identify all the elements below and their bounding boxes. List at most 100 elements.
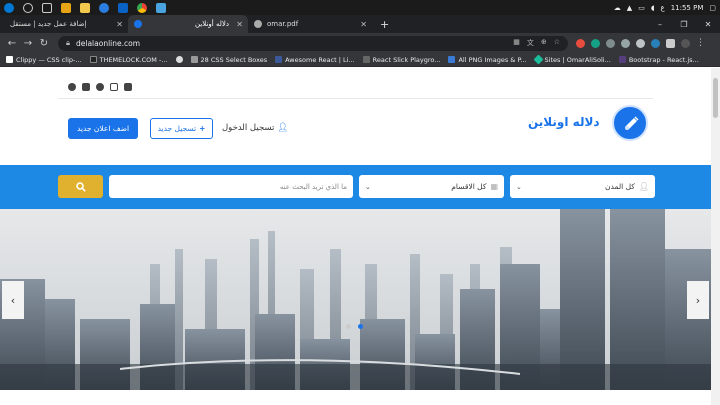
facebook-icon[interactable] [68, 83, 76, 91]
register-button[interactable]: تسجيل جديد + [150, 118, 213, 139]
tab-label: إضافة عمل جديد | مستقل [10, 20, 87, 28]
start-icon[interactable] [4, 2, 14, 13]
twitter-icon[interactable] [82, 83, 90, 91]
slider-next-button[interactable]: › [687, 281, 709, 319]
tab-delala[interactable]: دلاله أونلاين ✕ [128, 15, 248, 33]
scrollbar-thumb[interactable] [713, 78, 718, 118]
extension-icon[interactable] [621, 38, 630, 48]
category-select[interactable]: ⌄ كل الاقسام ▦ [359, 175, 504, 198]
login-link[interactable]: تسجيل الدخول 👤︎ [222, 123, 288, 133]
back-icon[interactable]: ← [4, 38, 20, 49]
menu-icon[interactable]: ⋮ [696, 38, 705, 48]
pdf-favicon-icon [254, 20, 262, 28]
vscode-icon[interactable] [118, 2, 128, 13]
close-icon[interactable]: ✕ [116, 20, 123, 29]
restore-icon[interactable]: ❐ [672, 20, 696, 29]
site-brand[interactable]: دلاله اونلاين [528, 115, 600, 129]
task-view-icon[interactable] [42, 2, 52, 13]
close-icon[interactable]: ✕ [360, 20, 367, 29]
bookmark-label: Awesome React | Li... [285, 55, 355, 64]
search-input[interactable]: ما الذي تريد البحث عنه [109, 175, 353, 198]
extension-icon[interactable] [651, 38, 660, 48]
bookmark-label: Clippy — CSS clip-... [16, 55, 82, 64]
bookmark-item[interactable]: Clippy — CSS clip-... [6, 56, 82, 64]
close-icon[interactable]: ✕ [236, 20, 243, 29]
instagram-icon[interactable] [110, 83, 118, 91]
minimize-icon[interactable]: – [648, 20, 672, 29]
extension-icon[interactable] [591, 38, 600, 48]
bookmark-item[interactable]: THEMELOCK.COM -... [89, 55, 168, 64]
tab-mostaql[interactable]: إضافة عمل جديد | مستقل ✕ [0, 15, 128, 33]
slider-dot-active[interactable] [358, 324, 363, 329]
login-label: تسجيل الدخول [222, 123, 275, 133]
bookmark-label: THEMELOCK.COM -... [99, 55, 168, 64]
post-ad-button[interactable]: اضف اعلان جديد [68, 118, 138, 139]
bookmark-item[interactable]: React Slick Playgro... [362, 55, 441, 64]
app-icon[interactable] [156, 2, 166, 13]
slider-prev-button[interactable]: ‹ [2, 281, 24, 319]
linkedin-icon[interactable] [124, 83, 132, 91]
tab-label: دلاله أونلاين [195, 20, 229, 28]
site-logo[interactable] [612, 105, 648, 141]
close-window-icon[interactable]: ✕ [696, 20, 720, 29]
edge-icon[interactable] [99, 2, 109, 13]
web-page: اضف اعلان جديد تسجيل جديد + تسجيل الدخول… [0, 68, 711, 405]
reload-icon[interactable]: ↻ [36, 38, 52, 49]
bookmark-label: All PNG Images & P... [458, 55, 527, 64]
profile-avatar[interactable] [681, 38, 690, 48]
search-button[interactable] [58, 175, 103, 198]
forward-icon[interactable]: → [20, 38, 36, 49]
page-scrollbar[interactable] [711, 68, 720, 405]
notification-icon[interactable]: ▢ [709, 4, 716, 12]
bookmark-favicon-icon [6, 56, 13, 63]
network-icon[interactable]: ▲ [627, 4, 632, 12]
search-icon[interactable] [23, 2, 33, 13]
snapchat-icon[interactable] [96, 83, 104, 91]
extension-icon[interactable] [576, 38, 585, 48]
city-value: كل المدن [605, 182, 635, 191]
city-select[interactable]: ⌄ كل المدن 👤︎ [510, 175, 655, 198]
chevron-right-icon: › [695, 293, 701, 307]
volume-icon[interactable]: ◖ [651, 4, 655, 12]
search-band: ما الذي تريد البحث عنه ⌄ كل الاقسام ▦ ⌄ … [0, 165, 711, 209]
zoom-icon[interactable]: ⊕ [541, 38, 547, 48]
translate-icon[interactable]: 文 [527, 38, 534, 48]
extensions-puzzle-icon[interactable] [666, 38, 675, 48]
slider-dot[interactable] [346, 324, 351, 329]
bookmark-item[interactable]: All PNG Images & P... [448, 55, 527, 64]
bookmark-favicon-icon [448, 56, 456, 63]
url-input[interactable]: 🔒︎ delalaonline.com ▦ 文 ⊕ ☆ [58, 35, 568, 51]
register-label: تسجيل جديد [157, 124, 197, 133]
cloud-icon[interactable]: ☁ [614, 4, 621, 12]
window-controls: – ❐ ✕ [648, 15, 720, 33]
clock[interactable]: 11:55 PM [671, 4, 704, 12]
bookmark-label: React Slick Playgro... [372, 55, 441, 64]
bookmark-favicon-icon [275, 56, 283, 63]
battery-icon[interactable]: ▭ [638, 4, 645, 12]
qr-icon[interactable]: ▦ [513, 38, 520, 48]
new-tab-button[interactable]: + [372, 15, 397, 33]
city-skyline-image [0, 209, 711, 390]
url-text: delalaonline.com [76, 38, 141, 48]
tab-pdf[interactable]: omar.pdf ✕ [248, 15, 372, 33]
extension-icon[interactable] [606, 38, 615, 48]
lock-icon[interactable]: 🔒︎ [66, 38, 70, 48]
hero-slider[interactable]: ‹ › [0, 209, 711, 390]
bookmark-item[interactable]: Bootstrap - React.js... [618, 56, 699, 64]
bookmark-item[interactable] [175, 56, 183, 63]
chrome-icon[interactable] [137, 2, 147, 13]
bookmark-star-icon[interactable]: ☆ [554, 38, 560, 48]
extension-icon[interactable] [636, 38, 645, 48]
store-icon[interactable] [80, 2, 90, 13]
file-explorer-icon[interactable] [61, 2, 71, 13]
language-indicator[interactable]: ع [661, 4, 665, 12]
user-icon: 👤︎ [638, 182, 649, 191]
tab-label: omar.pdf [267, 20, 299, 28]
bookmark-favicon-icon [175, 56, 183, 63]
bookmark-item[interactable]: Sites | OmarAliSoli... [533, 54, 611, 65]
grid-icon: ▦ [490, 182, 498, 191]
bookmark-item[interactable]: 28 CSS Select Boxes [190, 56, 267, 64]
bookmark-favicon-icon [618, 56, 626, 63]
bookmark-item[interactable]: Awesome React | Li... [275, 56, 355, 64]
bookmarks-bar: Clippy — CSS clip-... THEMELOCK.COM -...… [0, 53, 720, 67]
